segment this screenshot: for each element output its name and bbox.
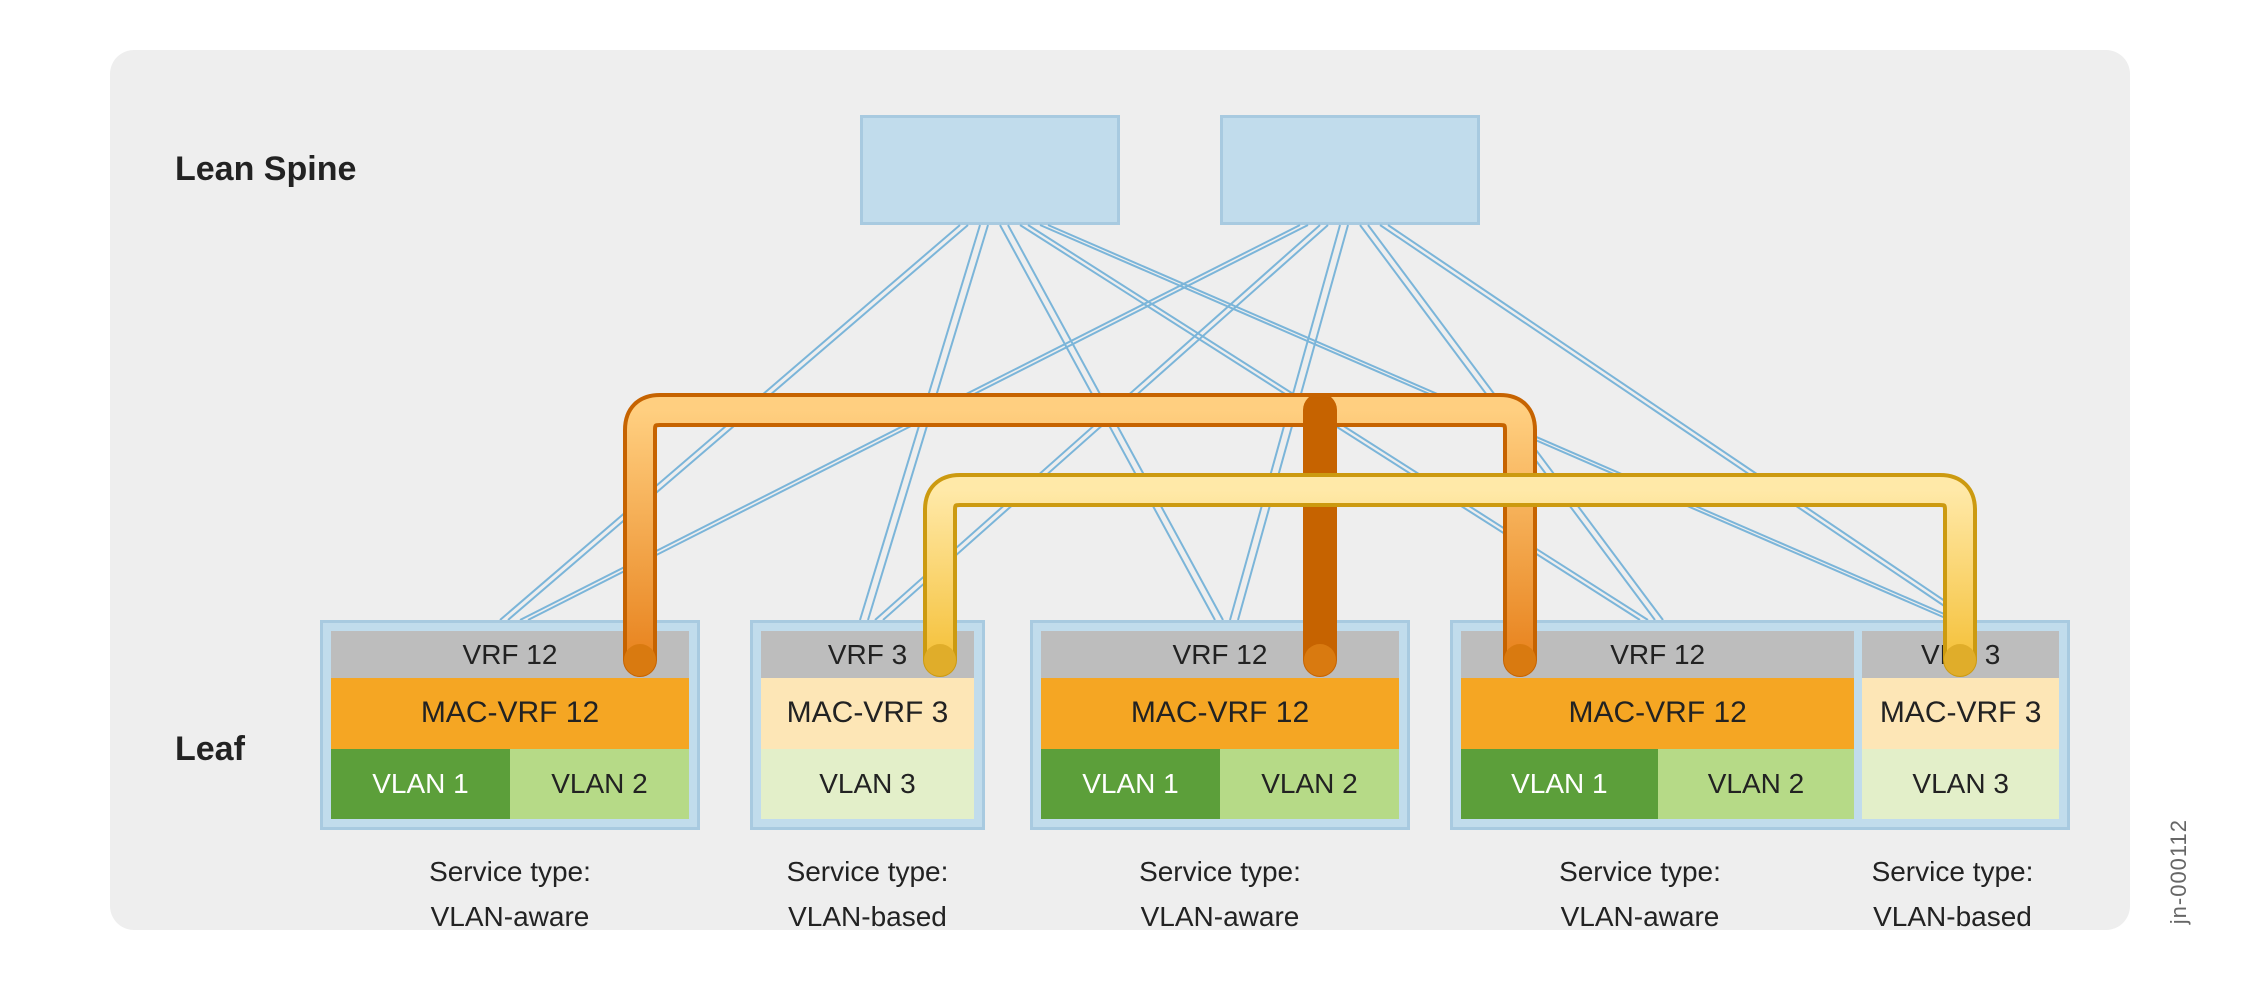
vlan-label: VLAN 3 <box>1862 749 2059 820</box>
tier-label-spine: Lean Spine <box>175 150 356 189</box>
service-type-caption: Service type:VLAN-based <box>750 850 985 940</box>
spine-switch-1 <box>860 115 1120 225</box>
diagram-canvas: Lean Spine Leaf .link{stroke:#7bb5d9;str… <box>0 0 2250 984</box>
vrf-label: VRF 3 <box>761 631 974 678</box>
vlan-label: VLAN 2 <box>1220 749 1399 820</box>
vrf-label: VRF 12 <box>331 631 689 678</box>
leaf-switch-a: VRF 12 MAC-VRF 12 VLAN 1 VLAN 2 <box>320 620 700 830</box>
service-type-caption: Service type:VLAN-based <box>1835 850 2070 940</box>
vlan-row: VLAN 3 <box>1862 749 2059 820</box>
vlan-row: VLAN 1 VLAN 2 <box>331 749 689 820</box>
vlan-label: VLAN 1 <box>1041 749 1220 820</box>
leaf-switch-c: VRF 12 MAC-VRF 12 VLAN 1 VLAN 2 <box>1030 620 1410 830</box>
vrf-label: VRF 12 <box>1041 631 1399 678</box>
service-type-caption: Service type:VLAN-aware <box>1450 850 1830 940</box>
mac-vrf-label: MAC-VRF 12 <box>1461 678 1854 749</box>
mac-vrf-label: MAC-VRF 12 <box>331 678 689 749</box>
vlan-row: VLAN 1 VLAN 2 <box>1461 749 1854 820</box>
mac-vrf-label: MAC-VRF 3 <box>761 678 974 749</box>
mac-vrf-label: MAC-VRF 12 <box>1041 678 1399 749</box>
service-type-caption: Service type:VLAN-aware <box>1030 850 1410 940</box>
vlan-row: VLAN 1 VLAN 2 <box>1041 749 1399 820</box>
service-type-caption: Service type:VLAN-aware <box>320 850 700 940</box>
leaf-switch-d: VRF 12 MAC-VRF 12 VLAN 1 VLAN 2 VRF 3 MA… <box>1450 620 2070 830</box>
tier-label-leaf: Leaf <box>175 730 245 769</box>
vlan-label: VLAN 2 <box>1658 749 1855 820</box>
image-id-label: jn-000112 <box>2166 819 2192 924</box>
spine-switch-2 <box>1220 115 1480 225</box>
vlan-label: VLAN 1 <box>1461 749 1658 820</box>
leaf-switch-b: VRF 3 MAC-VRF 3 VLAN 3 <box>750 620 985 830</box>
vrf-label: VRF 12 <box>1461 631 1854 678</box>
vlan-label: VLAN 3 <box>761 749 974 820</box>
vlan-row: VLAN 3 <box>761 749 974 820</box>
mac-vrf-label: MAC-VRF 3 <box>1862 678 2059 749</box>
vlan-label: VLAN 1 <box>331 749 510 820</box>
vlan-label: VLAN 2 <box>510 749 689 820</box>
vrf-label: VRF 3 <box>1862 631 2059 678</box>
